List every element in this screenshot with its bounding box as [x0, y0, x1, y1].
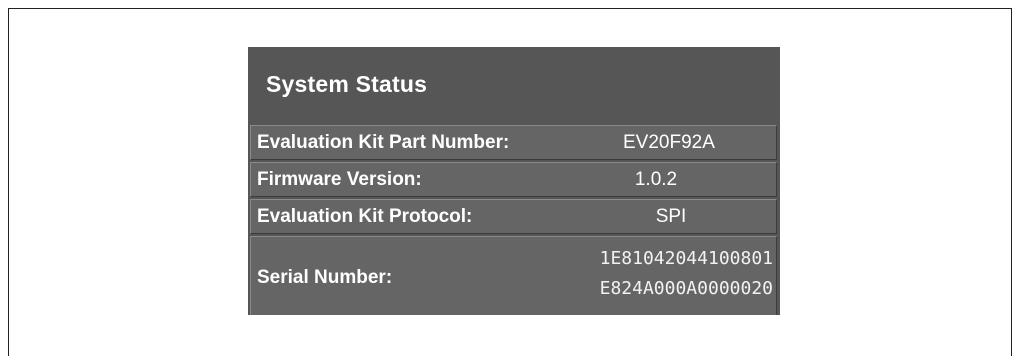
- firmware-version-label: Firmware Version:: [257, 169, 422, 190]
- serial-number-label: Serial Number:: [257, 267, 393, 288]
- status-row-part-number: Evaluation Kit Part Number: EV20F92A: [250, 125, 777, 160]
- status-row-serial-number: Serial Number: 1E81042044100801 E824A000…: [250, 236, 777, 315]
- part-number-label: Evaluation Kit Part Number:: [257, 132, 510, 153]
- serial-number-value: 1E81042044100801 E824A000A0000020: [531, 244, 773, 304]
- panel-title: System Status: [266, 71, 428, 97]
- status-row-firmware-version: Firmware Version: 1.0.2: [250, 162, 777, 197]
- serial-number-line-2: E824A000A0000020: [599, 278, 773, 299]
- protocol-label: Evaluation Kit Protocol:: [257, 206, 473, 227]
- firmware-version-value: 1.0.2: [634, 169, 678, 190]
- protocol-value: SPI: [655, 206, 687, 227]
- part-number-value: EV20F92A: [623, 132, 715, 153]
- serial-number-line-1: 1E81042044100801: [599, 248, 773, 269]
- status-row-protocol: Evaluation Kit Protocol: SPI: [250, 199, 777, 234]
- system-status-panel: System Status Evaluation Kit Part Number…: [248, 47, 780, 315]
